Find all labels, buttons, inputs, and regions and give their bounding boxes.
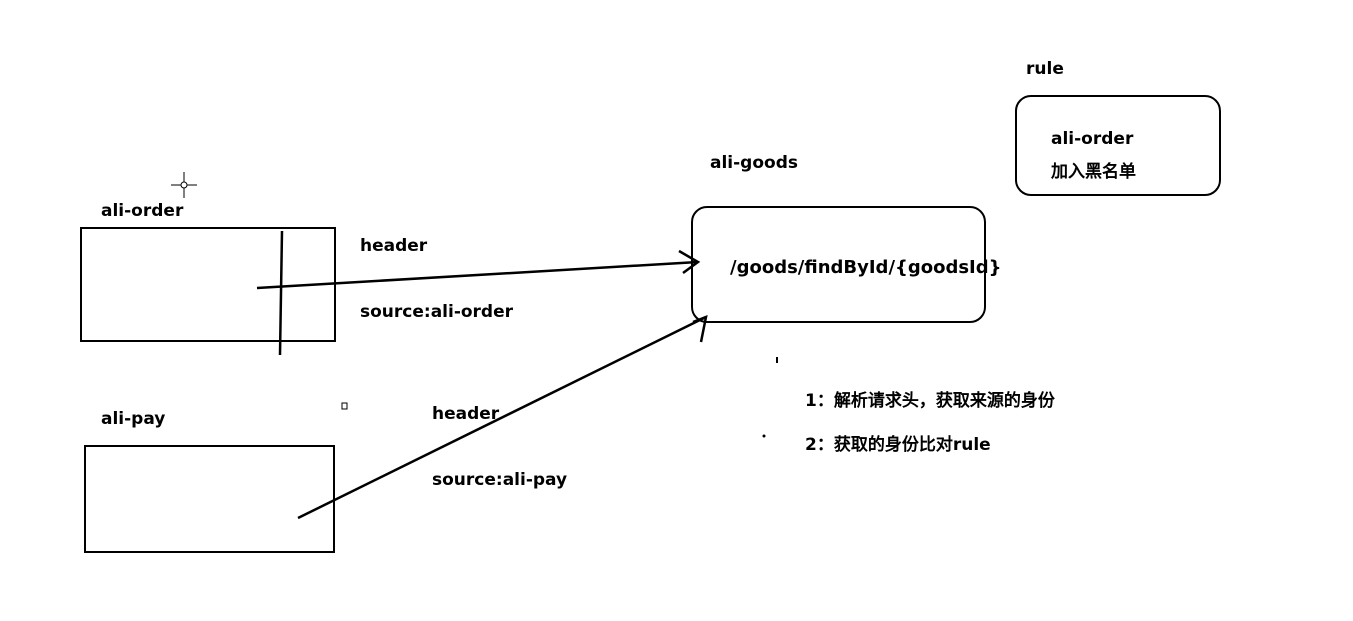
pay-to-goods-arrow — [297, 315, 708, 520]
stray-dot — [762, 434, 766, 438]
diagram-canvas: ali-order ali-pay ali-goods /goods/findB… — [0, 0, 1353, 621]
connector-layer — [171, 172, 778, 520]
order-to-goods-arrow — [256, 249, 701, 290]
ali-order-divider-stroke — [278, 230, 284, 356]
stray-small-square — [341, 402, 348, 410]
crosshair-cursor-icon — [171, 172, 197, 198]
